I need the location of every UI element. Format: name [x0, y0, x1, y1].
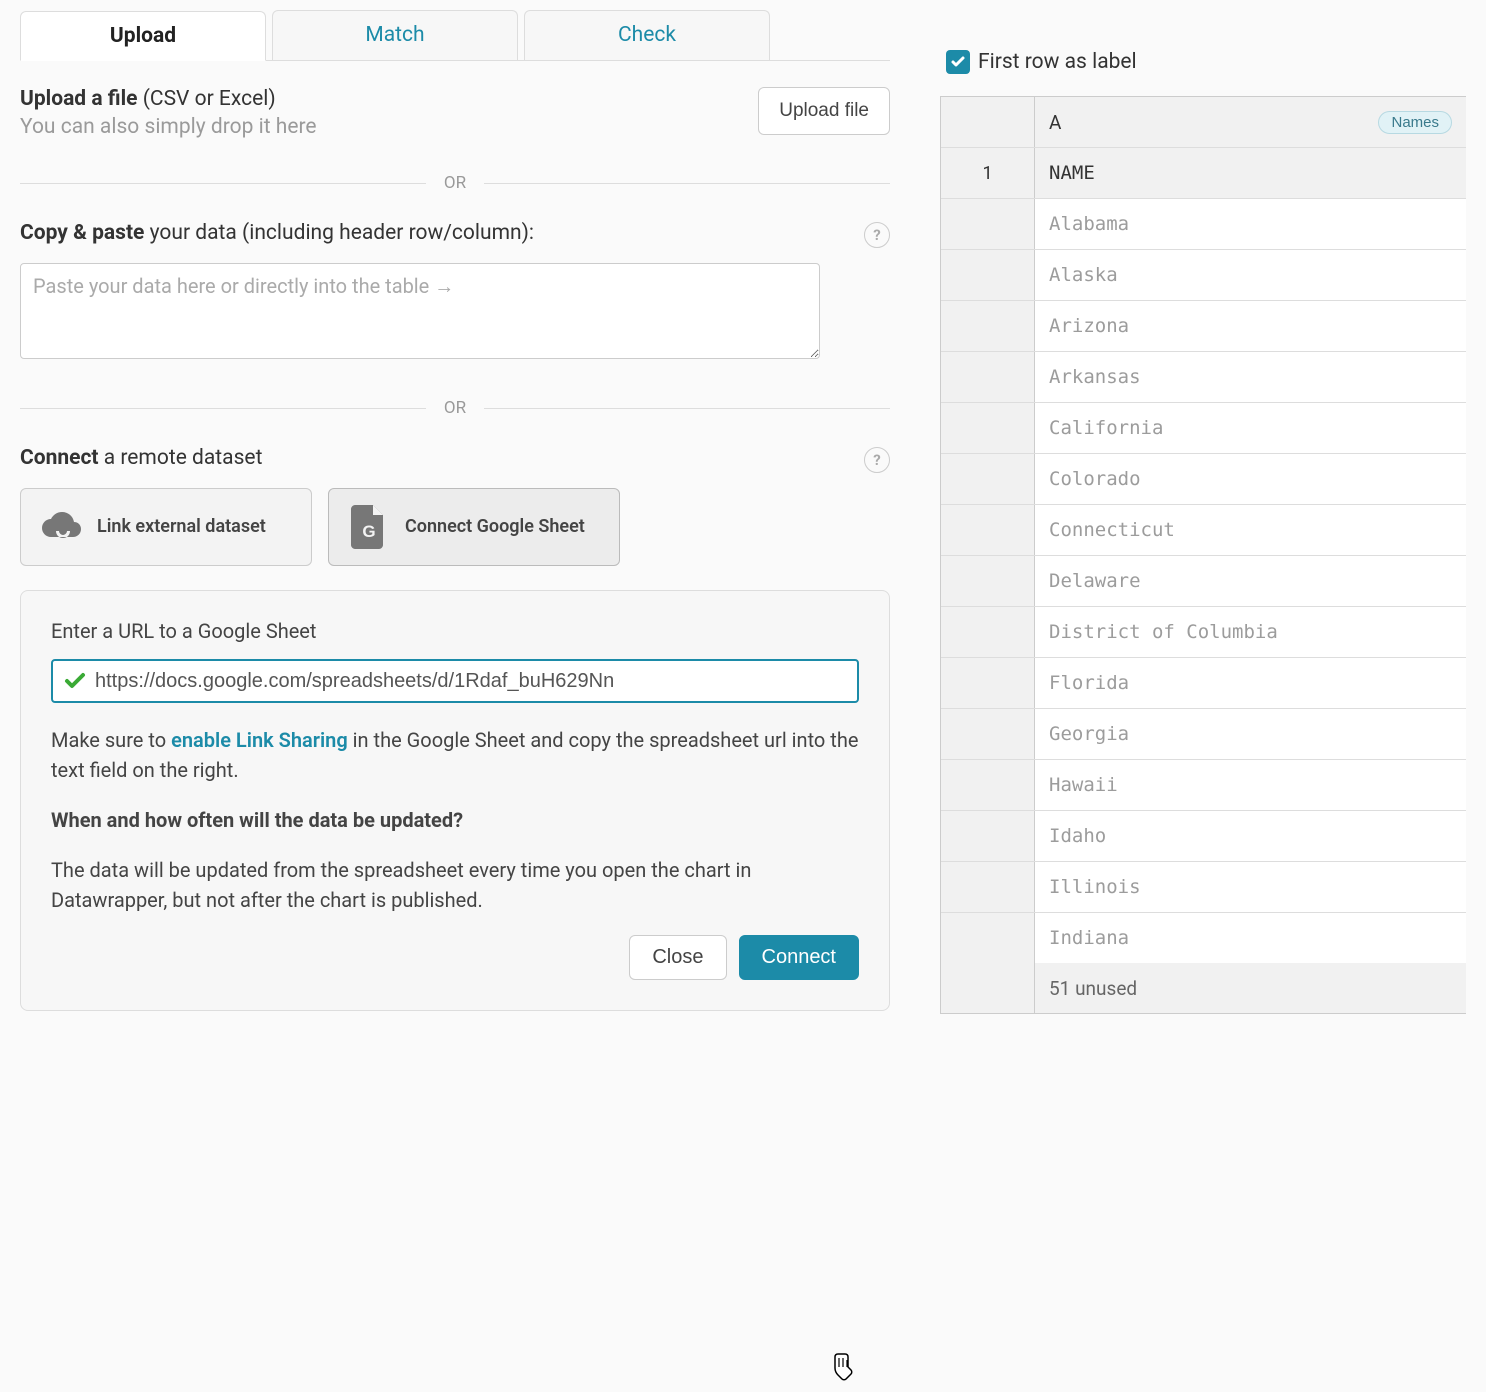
unused-count: 51 unused [1035, 963, 1466, 1013]
check-icon [63, 669, 87, 693]
svg-text:G: G [362, 522, 375, 541]
data-cell[interactable]: Arkansas [1035, 352, 1466, 402]
row-number [941, 505, 1035, 555]
row-number [941, 709, 1035, 759]
paste-textarea[interactable] [20, 263, 820, 359]
row-number [941, 658, 1035, 708]
data-cell[interactable]: Indiana [1035, 913, 1466, 963]
help-icon[interactable]: ? [864, 447, 890, 473]
panel-hint: Make sure to enable Link Sharing in the … [51, 725, 859, 785]
enable-link-sharing-link[interactable]: enable Link Sharing [171, 728, 348, 752]
cursor-icon [830, 1352, 856, 1382]
row-number: 1 [941, 148, 1035, 198]
data-cell[interactable]: Illinois [1035, 862, 1466, 912]
data-cell[interactable]: California [1035, 403, 1466, 453]
connect-label: Connect a remote dataset [20, 446, 262, 470]
url-input-label: Enter a URL to a Google Sheet [51, 619, 859, 643]
first-row-label-checkbox[interactable] [946, 50, 970, 74]
row-number [941, 963, 1035, 1013]
or-divider: OR [20, 398, 890, 418]
connect-google-sheet-button[interactable]: G Connect Google Sheet [328, 488, 620, 566]
paste-label: Copy & paste your data (including header… [20, 221, 534, 245]
tabs: Upload Match Check [20, 10, 890, 61]
row-number [941, 607, 1035, 657]
row-number [941, 760, 1035, 810]
or-divider: OR [20, 173, 890, 193]
data-cell[interactable]: District of Columbia [1035, 607, 1466, 657]
row-number [941, 250, 1035, 300]
connect-button[interactable]: Connect [739, 935, 860, 980]
row-number [941, 811, 1035, 861]
google-sheet-icon: G [347, 505, 391, 549]
cloud-link-icon [39, 505, 83, 549]
row-number [941, 352, 1035, 402]
close-button[interactable]: Close [629, 935, 726, 980]
data-cell[interactable]: Arizona [1035, 301, 1466, 351]
help-icon[interactable]: ? [864, 222, 890, 248]
link-external-dataset-button[interactable]: Link external dataset [20, 488, 312, 566]
upload-title: Upload a file (CSV or Excel) [20, 87, 317, 111]
data-cell[interactable]: Alabama [1035, 199, 1466, 249]
row-number [941, 913, 1035, 963]
tab-check[interactable]: Check [524, 10, 770, 60]
data-cell[interactable]: Idaho [1035, 811, 1466, 861]
row-number [941, 301, 1035, 351]
row-number [941, 556, 1035, 606]
column-header[interactable]: A Names [1035, 97, 1466, 147]
data-cell[interactable]: Alaska [1035, 250, 1466, 300]
upload-file-button[interactable]: Upload file [758, 87, 890, 135]
tab-upload[interactable]: Upload [20, 11, 266, 61]
row-number [941, 199, 1035, 249]
data-cell[interactable]: Delaware [1035, 556, 1466, 606]
google-sheet-url-input[interactable] [95, 670, 847, 693]
checkbox-label: First row as label [978, 50, 1137, 74]
upload-subtitle: You can also simply drop it here [20, 115, 317, 139]
data-cell[interactable]: Georgia [1035, 709, 1466, 759]
row-number [941, 454, 1035, 504]
data-cell[interactable]: Connecticut [1035, 505, 1466, 555]
tab-match[interactable]: Match [272, 10, 518, 60]
data-table: A Names 1 NAME AlabamaAlaskaArizonaArkan… [940, 96, 1466, 1014]
row-number [941, 862, 1035, 912]
data-cell[interactable]: Florida [1035, 658, 1466, 708]
header-cell[interactable]: NAME [1035, 148, 1466, 198]
data-cell[interactable]: Hawaii [1035, 760, 1466, 810]
panel-question: When and how often will the data be upda… [51, 805, 859, 835]
row-number [941, 403, 1035, 453]
google-sheet-panel: Enter a URL to a Google Sheet Make sure … [20, 590, 890, 1011]
corner-cell [941, 97, 1035, 147]
panel-answer: The data will be updated from the spread… [51, 855, 859, 915]
column-type-badge: Names [1378, 111, 1452, 134]
data-cell[interactable]: Colorado [1035, 454, 1466, 504]
